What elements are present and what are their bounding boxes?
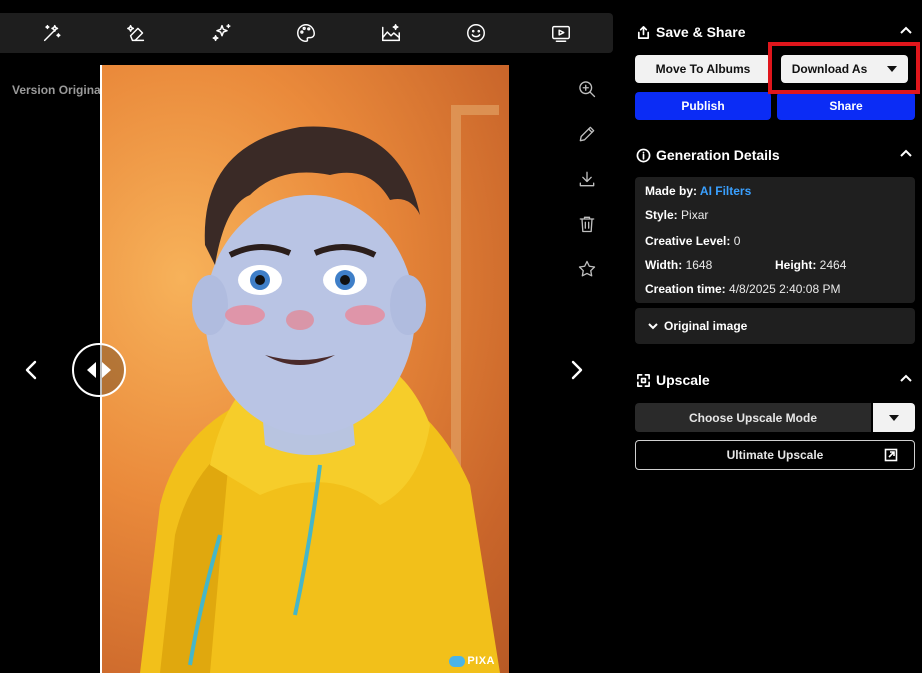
- chevron-left-icon: [25, 360, 37, 380]
- button-label: Share: [829, 99, 863, 113]
- upscale-dropdown-toggle[interactable]: [873, 403, 915, 432]
- generated-portrait: [140, 126, 500, 673]
- height-label: Height:: [775, 258, 817, 272]
- image-canvas: PIXA: [100, 65, 509, 673]
- section-title: Save & Share: [656, 24, 746, 40]
- pencil-icon[interactable]: [572, 119, 602, 149]
- eraser-icon[interactable]: [122, 18, 152, 48]
- caret-down-icon: [889, 414, 899, 421]
- chevron-right-icon: [571, 360, 583, 380]
- ultimate-upscale-button[interactable]: Ultimate Upscale: [635, 440, 915, 470]
- style-row: Style: Pixar: [645, 208, 708, 222]
- width-value: 1648: [685, 258, 713, 272]
- magic-wand-icon[interactable]: [37, 18, 67, 48]
- chevron-up-icon[interactable]: [899, 372, 915, 388]
- original-image-label: Original image: [664, 319, 748, 333]
- previous-image-button[interactable]: [16, 355, 46, 385]
- watermark-logo: PIXA: [449, 655, 495, 667]
- made-by-link[interactable]: AI Filters: [700, 184, 751, 198]
- made-by-label: Made by:: [645, 184, 698, 198]
- share-button[interactable]: Share: [777, 92, 915, 120]
- download-icon[interactable]: [572, 164, 602, 194]
- next-image-button[interactable]: [562, 355, 592, 385]
- creation-time-row: Creation time: 4/8/2025 2:40:08 PM: [645, 282, 840, 296]
- upscale-mode-select[interactable]: Choose Upscale Mode: [635, 403, 915, 432]
- compare-slider-handle[interactable]: [72, 343, 126, 397]
- image-side-toolbar: [572, 74, 602, 299]
- chevron-up-icon[interactable]: [899, 24, 915, 40]
- style-value: Pixar: [681, 208, 709, 222]
- width-row: Width: 1648: [645, 258, 712, 272]
- made-by-row: Made by: AI Filters: [645, 184, 751, 198]
- section-title: Upscale: [656, 372, 710, 388]
- upscale-mode-label: Choose Upscale Mode: [688, 410, 818, 425]
- style-label: Style:: [645, 208, 678, 222]
- creative-level-label: Creative Level:: [645, 234, 731, 248]
- creative-level-value: 0: [733, 234, 741, 248]
- creation-time-label: Creation time:: [645, 282, 726, 296]
- upscale-mode-button[interactable]: Choose Upscale Mode: [635, 403, 871, 432]
- info-icon: [635, 147, 651, 163]
- chevron-up-icon[interactable]: [899, 147, 915, 163]
- height-value: 2464: [819, 258, 847, 272]
- sparkles-icon[interactable]: [207, 18, 237, 48]
- button-label: Publish: [681, 99, 725, 113]
- publish-button[interactable]: Publish: [635, 92, 771, 120]
- move-to-albums-button[interactable]: Move To Albums: [635, 55, 771, 83]
- height-row: Height: 2464: [775, 258, 846, 272]
- image-edit-icon[interactable]: [376, 18, 406, 48]
- top-toolbar: [0, 13, 613, 53]
- button-label: Move To Albums: [655, 62, 751, 76]
- creative-level-row: Creative Level: 0: [645, 234, 740, 248]
- width-label: Width:: [645, 258, 683, 272]
- section-title: Generation Details: [656, 147, 780, 163]
- highlight-annotation: [768, 42, 920, 94]
- chevron-down-icon: [648, 323, 658, 330]
- palette-icon[interactable]: [291, 18, 321, 48]
- external-link-icon: [884, 448, 898, 462]
- version-label: Version Original: [12, 82, 105, 97]
- star-icon[interactable]: [572, 254, 602, 284]
- ultimate-upscale-label: Ultimate Upscale: [726, 448, 824, 462]
- smiley-icon[interactable]: [461, 18, 491, 48]
- left-right-arrows-icon: [87, 362, 111, 378]
- creation-time-value: 4/8/2025 2:40:08 PM: [729, 282, 841, 296]
- upscale-header[interactable]: Upscale: [635, 368, 915, 392]
- share-upload-icon: [635, 24, 651, 40]
- zoom-in-icon[interactable]: [572, 74, 602, 104]
- generation-details-header[interactable]: Generation Details: [635, 143, 915, 167]
- generation-details-box: Made by: AI Filters Style: Pixar Creativ…: [635, 177, 915, 303]
- video-icon[interactable]: [546, 18, 576, 48]
- trash-icon[interactable]: [572, 209, 602, 239]
- original-image-toggle[interactable]: Original image: [635, 308, 915, 344]
- save-share-header[interactable]: Save & Share: [635, 20, 915, 44]
- expand-icon: [635, 372, 651, 388]
